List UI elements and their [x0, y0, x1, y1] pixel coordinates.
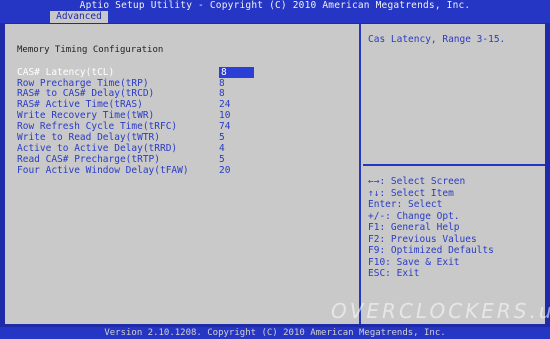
setting-label: Write to Read Delay(tWTR)	[17, 132, 160, 143]
setting-label: Four Active Window Delay(tFAW)	[17, 165, 189, 176]
setting-active-to-active[interactable]: Active to Active Delay(tRRD) 4	[17, 143, 352, 154]
key-help-item: Enter: Select	[368, 199, 443, 210]
help-text: Cas Latency, Range 3-15.	[368, 34, 506, 45]
key-help-item: F10: Save & Exit	[368, 256, 460, 268]
tab-advanced[interactable]: Advanced	[50, 11, 108, 23]
key-help-item: ←→: Select Screen	[368, 176, 466, 187]
key-help-item: F9: Optimized Defaults	[368, 245, 494, 256]
setting-value[interactable]: 8	[219, 67, 254, 78]
key-help-item: F2: Previous Values	[368, 233, 477, 245]
setting-label: Active to Active Delay(tRRD)	[17, 143, 178, 154]
setting-label: RAS# to CAS# Delay(tRCD)	[17, 88, 155, 99]
setting-write-recovery[interactable]: Write Recovery Time(tWR) 10	[17, 110, 352, 121]
setting-row-refresh[interactable]: Row Refresh Cycle Time(tRFC) 74	[17, 121, 352, 132]
setting-label: Write Recovery Time(tWR)	[17, 110, 155, 121]
setting-value[interactable]: 10	[219, 110, 230, 121]
setting-label: CAS# Latency(tCL)	[17, 67, 115, 78]
key-help-item: F1: General Help	[368, 222, 460, 233]
setting-ras-active[interactable]: RAS# Active Time(tRAS) 24	[17, 99, 352, 110]
tab-strip: Advanced	[0, 11, 550, 23]
setting-label: Read CAS# Precharge(tRTP)	[17, 154, 160, 165]
key-help-item: ESC: Exit	[368, 268, 420, 279]
main-panel: Memory Timing Configuration CAS# Latency…	[5, 24, 545, 324]
key-help-item: +/-: Change Opt.	[368, 210, 460, 222]
setting-write-to-read[interactable]: Write to Read Delay(tWTR) 5	[17, 132, 352, 143]
setting-read-cas-precharge[interactable]: Read CAS# Precharge(tRTP) 5	[17, 154, 352, 165]
footer: Version 2.10.1208. Copyright (C) 2010 Am…	[0, 327, 550, 339]
settings-pane: Memory Timing Configuration CAS# Latency…	[5, 24, 361, 324]
setting-ras-to-cas[interactable]: RAS# to CAS# Delay(tRCD) 8	[17, 88, 352, 99]
watermark-logo: OVERCLOCKERS.ua	[331, 299, 550, 323]
setting-value[interactable]: 20	[219, 165, 230, 176]
setting-value[interactable]: 8	[219, 88, 225, 99]
key-help-list: ←→: Select Screen ↑↓: Select Item Enter:…	[368, 176, 494, 280]
help-pane: Cas Latency, Range 3-15. ←→: Select Scre…	[363, 24, 545, 324]
setting-label: Row Refresh Cycle Time(tRFC)	[17, 121, 178, 132]
window-title: Aptio Setup Utility - Copyright (C) 2010…	[0, 0, 550, 11]
help-divider	[363, 164, 545, 166]
setting-value[interactable]: 5	[219, 132, 225, 143]
key-help-item: ↑↓: Select Item	[368, 187, 454, 199]
setting-value[interactable]: 5	[219, 154, 225, 165]
setting-value[interactable]: 74	[219, 121, 230, 132]
setting-value[interactable]: 4	[219, 143, 225, 154]
setting-value[interactable]: 24	[219, 99, 230, 110]
setting-cas-latency[interactable]: CAS# Latency(tCL) 8	[17, 67, 352, 78]
section-title: Memory Timing Configuration	[17, 45, 164, 55]
setting-four-active-window[interactable]: Four Active Window Delay(tFAW) 20	[17, 165, 352, 176]
setting-label: RAS# Active Time(tRAS)	[17, 99, 143, 110]
